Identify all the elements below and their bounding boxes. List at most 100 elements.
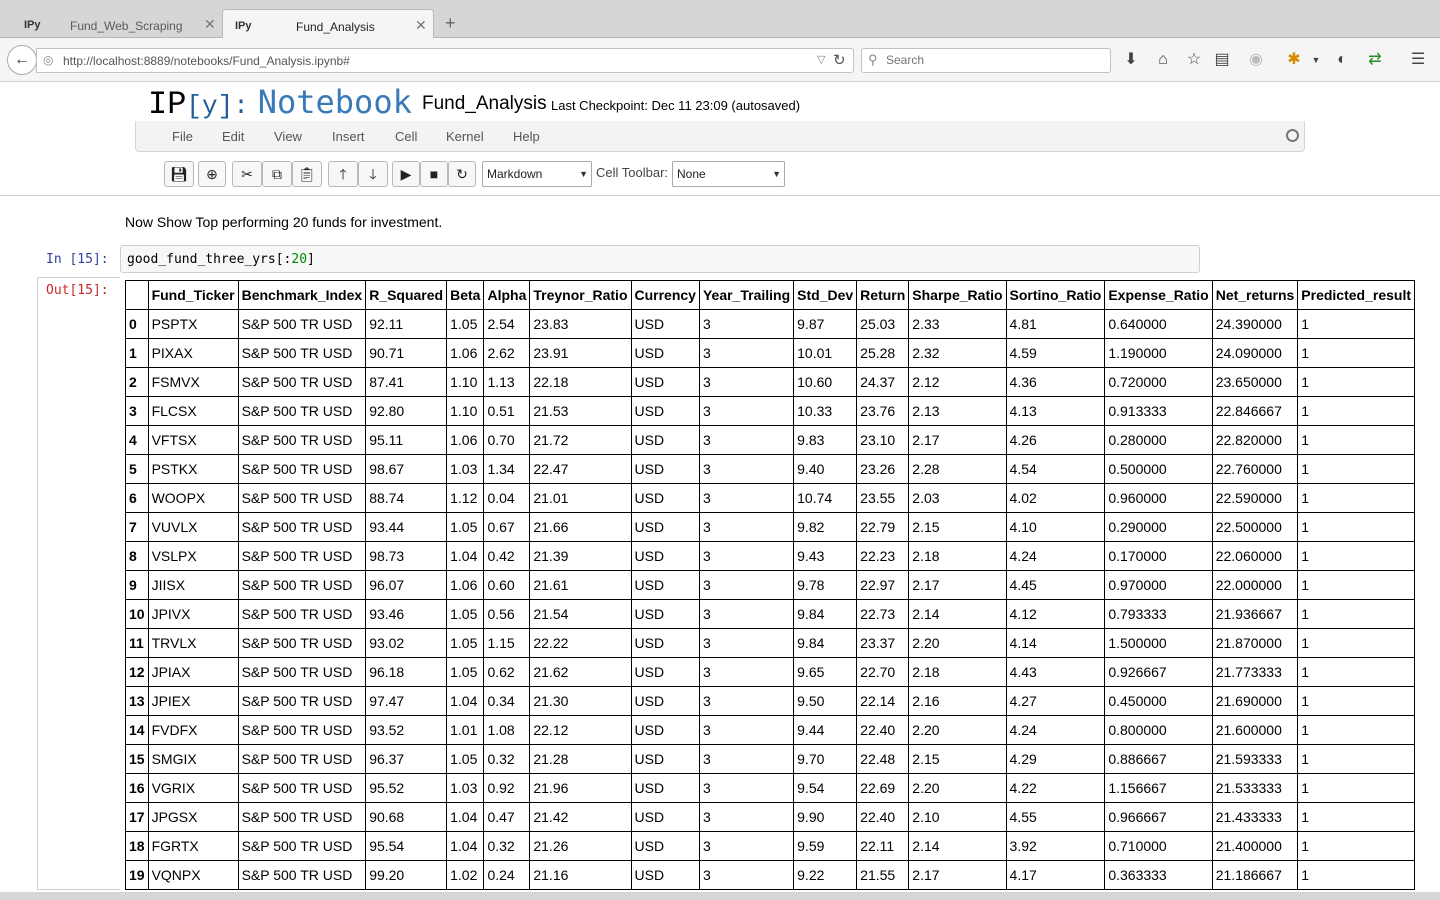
close-icon[interactable]: ✕: [204, 16, 216, 33]
move-up-button[interactable]: 🡑: [328, 161, 358, 187]
table-cell: 3: [698, 599, 795, 629]
menu-kernel[interactable]: Kernel: [446, 129, 484, 144]
extension-dropdown-icon[interactable]: ▼: [1306, 51, 1326, 69]
cut-button[interactable]: ✂: [232, 161, 262, 187]
back-button[interactable]: ←: [7, 45, 37, 75]
run-cell-button[interactable]: ▶: [392, 161, 420, 187]
table-cell: 3: [698, 773, 795, 803]
url-text[interactable]: http://localhost:8889/notebooks/Fund_Ana…: [63, 54, 350, 68]
search-input[interactable]: [886, 53, 1106, 67]
menu-edit[interactable]: Edit: [222, 129, 244, 144]
sync-icon[interactable]: ◐: [1332, 51, 1352, 69]
table-cell: 9.43: [793, 541, 858, 571]
table-cell: 1: [1297, 541, 1416, 571]
new-tab-button[interactable]: +: [445, 13, 456, 34]
table-cell: 1.156667: [1104, 773, 1213, 803]
table-cell: 87.41: [365, 367, 448, 397]
table-row: 9 JIISX S&P 500 TR USD 96.07 1.06 0.60 21.61 US…: [125, 570, 1416, 600]
paste-button[interactable]: 📋︎: [292, 161, 322, 187]
row-index: 17: [125, 802, 149, 832]
reload-icon[interactable]: ↻: [833, 51, 846, 69]
menu-file[interactable]: File: [172, 129, 193, 144]
hamburger-menu-icon[interactable]: ☰: [1408, 51, 1428, 69]
menu-cell[interactable]: Cell: [395, 129, 417, 144]
table-cell: 9.87: [793, 309, 858, 339]
table-cell: 24.390000: [1211, 309, 1299, 339]
table-cell: 22.590000: [1211, 483, 1299, 513]
transfer-icon[interactable]: ⇄: [1365, 51, 1385, 69]
column-header: Std_Dev: [793, 280, 858, 310]
restart-kernel-button[interactable]: ↻: [448, 161, 476, 187]
table-cell: 25.28: [856, 338, 910, 368]
save-button[interactable]: 💾︎: [164, 161, 194, 187]
menu-insert[interactable]: Insert: [332, 129, 365, 144]
table-cell: 3: [698, 454, 795, 484]
close-icon[interactable]: ✕: [415, 17, 427, 34]
table-cell: 0.67: [483, 512, 531, 542]
table-cell: 2.14: [908, 599, 1007, 629]
table-cell: S&P 500 TR USD: [237, 483, 367, 513]
column-header: Net_returns: [1211, 280, 1299, 310]
table-cell: 0.34: [483, 686, 531, 716]
cell-type-select[interactable]: Markdown ▼: [482, 161, 592, 187]
table-cell: 0.04: [483, 483, 531, 513]
table-cell: 1: [1297, 773, 1416, 803]
table-row: 7 VUVLX S&P 500 TR USD 93.44 1.05 0.67 21.66 US…: [125, 512, 1416, 542]
insert-cell-button[interactable]: ⊕: [198, 161, 226, 187]
table-cell: JIISX: [147, 570, 239, 600]
table-cell: 4.45: [1005, 570, 1106, 600]
notebook-name[interactable]: Fund_Analysis: [422, 93, 547, 115]
cell-toolbar-select[interactable]: None ▼: [672, 161, 785, 187]
row-index: 16: [125, 773, 149, 803]
search-icon: ⚲: [868, 52, 878, 67]
table-cell: S&P 500 TR USD: [237, 599, 367, 629]
tab-fund-web-scraping[interactable]: IPy Fund_Web_Scraping ✕: [0, 9, 222, 38]
table-cell: 0.170000: [1104, 541, 1213, 571]
horizontal-scrollbar[interactable]: [0, 892, 1440, 900]
table-cell: 1.05: [446, 309, 485, 339]
code-cell-input[interactable]: good_fund_three_yrs[:20]: [120, 245, 1200, 273]
download-icon[interactable]: ⬇: [1121, 51, 1141, 69]
extension-icon[interactable]: ✱: [1284, 51, 1304, 69]
table-cell: 1.05: [446, 744, 485, 774]
table-cell: 9.50: [793, 686, 858, 716]
table-cell: 22.060000: [1211, 541, 1299, 571]
row-index: 1: [125, 338, 149, 368]
copy-button[interactable]: ⧉: [262, 161, 292, 187]
table-cell: 1.04: [446, 686, 485, 716]
table-cell: 1: [1297, 309, 1416, 339]
search-bar[interactable]: ⚲: [861, 48, 1111, 73]
ipython-notebook-logo[interactable]: IP[y]: Notebook: [148, 83, 412, 123]
table-cell: 0.970000: [1104, 570, 1213, 600]
bookmark-star-icon[interactable]: ☆: [1184, 51, 1204, 69]
table-cell: 25.03: [856, 309, 910, 339]
reading-list-icon[interactable]: ▤: [1212, 51, 1232, 69]
table-cell: JPIEX: [147, 686, 239, 716]
home-icon[interactable]: ⌂: [1153, 51, 1173, 69]
history-dropdown-icon[interactable]: ▽: [817, 53, 825, 66]
table-cell: S&P 500 TR USD: [237, 773, 367, 803]
markdown-cell[interactable]: Now Show Top performing 20 funds for inv…: [125, 214, 442, 230]
table-cell: 0.960000: [1104, 483, 1213, 513]
table-cell: 1.06: [446, 425, 485, 455]
move-down-button[interactable]: 🡓: [358, 161, 388, 187]
input-prompt: In [15]:: [46, 252, 109, 267]
ipython-favicon-icon: IPy: [24, 19, 41, 31]
table-cell: JPIAX: [147, 657, 239, 687]
table-cell: 24.37: [856, 367, 910, 397]
table-cell: 4.12: [1005, 599, 1106, 629]
column-header: Expense_Ratio: [1104, 280, 1213, 310]
url-bar[interactable]: ◎ http://localhost:8889/notebooks/Fund_A…: [36, 48, 854, 73]
menu-view[interactable]: View: [274, 129, 302, 144]
pocket-icon[interactable]: ◉: [1246, 51, 1266, 69]
row-index: 14: [125, 715, 149, 745]
tab-fund-analysis[interactable]: IPy Fund_Analysis ✕: [222, 9, 434, 38]
row-index: 12: [125, 657, 149, 687]
table-cell: 0.800000: [1104, 715, 1213, 745]
row-index: 13: [125, 686, 149, 716]
table-cell: S&P 500 TR USD: [237, 512, 367, 542]
menu-help[interactable]: Help: [513, 129, 540, 144]
table-cell: VQNPX: [147, 860, 239, 890]
interrupt-kernel-button[interactable]: ■: [420, 161, 448, 187]
table-cell: 0.92: [483, 773, 531, 803]
